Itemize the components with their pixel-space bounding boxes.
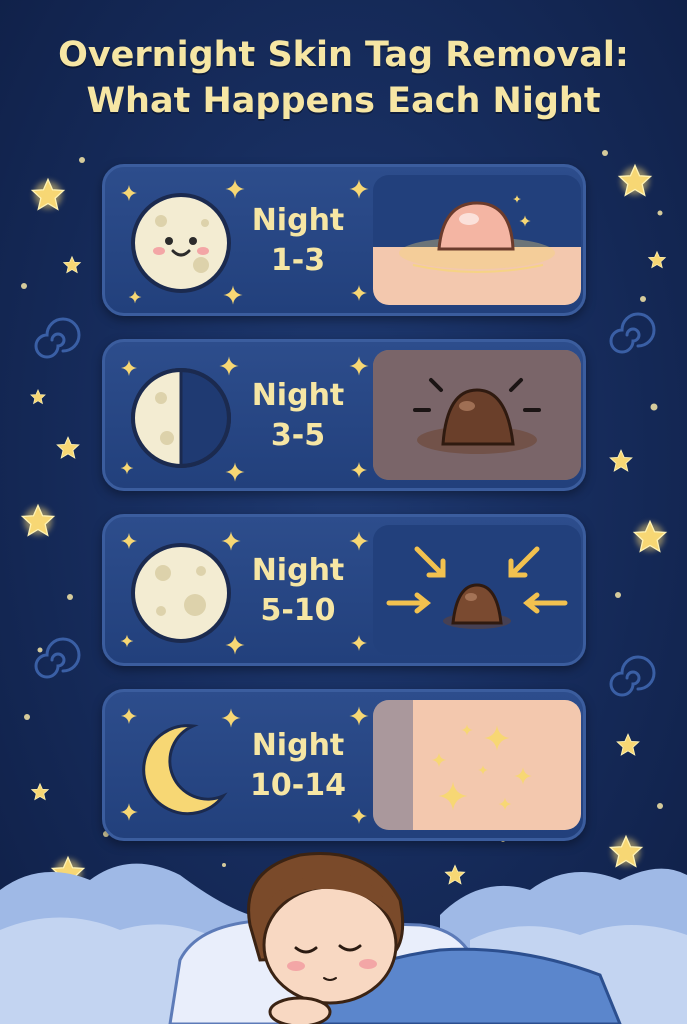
stage-label: Night 10-14 — [250, 728, 346, 803]
darkening-skin-tag-panel — [373, 350, 581, 480]
full-moon-icon — [131, 543, 231, 643]
darkening-skin-tag-icon — [373, 350, 581, 480]
title-line-2: What Happens Each Night — [86, 81, 601, 121]
stage-label: Night 5-10 — [251, 553, 345, 628]
clear-skin-panel — [373, 700, 581, 830]
title-line-1: Overnight Skin Tag Removal: — [58, 35, 629, 75]
stage-card-night-10-14: Night 10-14 — [102, 689, 586, 841]
page-title: Overnight Skin Tag Removal: What Happens… — [0, 32, 687, 124]
stage-card-night-3-5: Night 3-5 — [102, 339, 586, 491]
raised-skin-tag-icon — [373, 175, 581, 305]
starry-background — [21, 150, 667, 903]
full-moon-face-icon — [131, 193, 231, 293]
stage-card-night-1-3: Night 1-3 — [102, 164, 586, 316]
clear-skin-sparkle-icon — [373, 700, 581, 830]
half-moon-icon — [131, 368, 231, 468]
sleeping-face-icon — [247, 851, 405, 1024]
stage-label: Night 1-3 — [251, 203, 345, 278]
cloud-icon — [0, 863, 687, 1024]
crescent-moon-icon — [142, 724, 228, 816]
stage-label: Night 3-5 — [251, 378, 345, 453]
stage-card-night-5-10: Night 5-10 — [102, 514, 586, 666]
raised-skin-tag-panel — [373, 175, 581, 305]
pillow — [168, 918, 482, 1024]
blanket — [288, 947, 622, 1024]
shrinking-skin-tag-panel — [373, 525, 581, 655]
sleeping-person-illustration — [0, 851, 687, 1024]
shrinking-skin-tag-icon — [373, 525, 581, 655]
